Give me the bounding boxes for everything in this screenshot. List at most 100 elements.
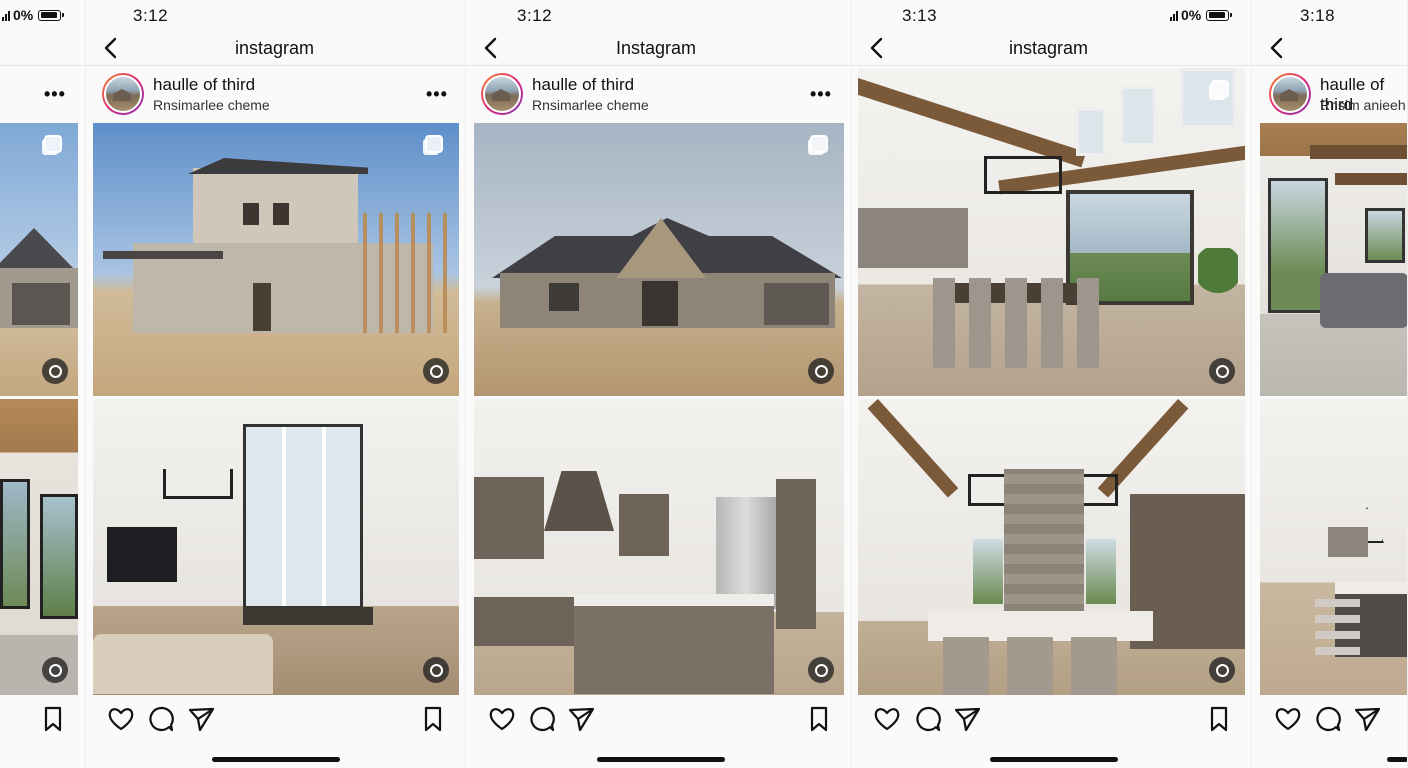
- tag-icon[interactable]: [808, 657, 834, 683]
- plant: [1198, 248, 1238, 318]
- comment-icon[interactable]: [146, 704, 176, 734]
- home-indicator[interactable]: [597, 757, 725, 762]
- chevron-left-icon[interactable]: [480, 36, 502, 60]
- bar-stools: [1315, 595, 1360, 655]
- garage-door: [764, 283, 829, 325]
- comment-icon[interactable]: [913, 704, 943, 734]
- send-icon[interactable]: [186, 704, 216, 734]
- bookmark-icon[interactable]: [804, 704, 834, 734]
- clerestory-window: [1076, 108, 1106, 156]
- app-title: instagram: [1009, 38, 1089, 58]
- stone-fireplace: [1004, 469, 1084, 614]
- stone-backsplash: [1328, 527, 1368, 557]
- heart-icon[interactable]: [872, 704, 902, 734]
- photo-house-exterior[interactable]: [0, 123, 78, 396]
- heart-icon[interactable]: [487, 704, 517, 734]
- roof: [188, 158, 368, 174]
- more-options-icon[interactable]: •••: [810, 84, 832, 105]
- status-indicators: 0%: [1170, 7, 1233, 23]
- post-header: haulle of third Rnsimarlee cheme •••: [86, 68, 466, 122]
- photo-kitchen[interactable]: [474, 399, 844, 695]
- post-image-grid[interactable]: [93, 123, 459, 695]
- app-title: instagram: [235, 38, 315, 58]
- avatar[interactable]: [481, 73, 523, 115]
- home-indicator[interactable]: [212, 757, 340, 762]
- chevron-left-icon[interactable]: [866, 36, 888, 60]
- more-options-icon[interactable]: •••: [44, 84, 66, 105]
- post-image-grid[interactable]: [474, 123, 844, 695]
- username[interactable]: haulle of third: [153, 75, 255, 95]
- chevron-left-icon[interactable]: [1266, 36, 1288, 60]
- post-actions: [1252, 704, 1408, 736]
- range-hood: [544, 471, 614, 531]
- tag-icon[interactable]: [42, 657, 68, 683]
- tag-icon[interactable]: [808, 358, 834, 384]
- carousel-icon: [810, 135, 828, 153]
- post-image-grid[interactable]: [0, 123, 78, 695]
- photo-dining-room[interactable]: [858, 68, 1245, 396]
- photo-great-room[interactable]: [858, 399, 1245, 695]
- location[interactable]: Rnsimarlee cheme: [153, 97, 270, 113]
- avatar[interactable]: [102, 73, 144, 115]
- battery-icon: [1206, 9, 1233, 21]
- comment-icon[interactable]: [527, 704, 557, 734]
- tag-icon[interactable]: [1209, 657, 1235, 683]
- post-image-grid[interactable]: [1260, 123, 1408, 695]
- carousel-icon: [425, 135, 443, 153]
- home-indicator[interactable]: [1387, 757, 1408, 762]
- more-options-icon[interactable]: •••: [426, 84, 448, 105]
- photo-house-construction[interactable]: [93, 123, 459, 396]
- phone-screen-2: 3:12 instagram haulle of third Rnsimarle…: [86, 0, 466, 768]
- status-time: 3:13: [902, 6, 938, 25]
- tag-icon[interactable]: [423, 657, 449, 683]
- photo-living-room[interactable]: [93, 399, 459, 695]
- home-indicator[interactable]: [990, 757, 1118, 762]
- post-actions: [0, 704, 86, 736]
- bookmark-icon[interactable]: [418, 704, 448, 734]
- photo-kitchen[interactable]: [1260, 399, 1408, 695]
- garage-door: [12, 283, 70, 325]
- door: [253, 283, 271, 331]
- window: [1365, 208, 1405, 263]
- tv: [107, 527, 177, 582]
- sliding-door: [1268, 178, 1328, 313]
- app-header: instagram: [86, 32, 466, 66]
- photo-interior-room[interactable]: [0, 399, 78, 695]
- photo-house-front[interactable]: [474, 123, 844, 396]
- framing: [363, 213, 448, 333]
- bookmark-icon[interactable]: [1204, 704, 1234, 734]
- bookmark-icon[interactable]: [38, 704, 68, 734]
- username[interactable]: haulle of third: [532, 75, 634, 95]
- tag-icon[interactable]: [423, 358, 449, 384]
- photo-living-room[interactable]: [1260, 123, 1408, 396]
- comment-icon[interactable]: [1313, 704, 1343, 734]
- status-bar: 3:13 0% 0%: [852, 0, 1252, 32]
- heart-icon[interactable]: [106, 704, 136, 734]
- battery-icon: [38, 9, 65, 21]
- app-header: Instagram: [466, 32, 852, 66]
- send-icon[interactable]: [566, 704, 596, 734]
- phone-screen-3: 3:12 0% Instagram haulle of third Rnsima…: [466, 0, 852, 768]
- location[interactable]: Rnsimarlee cheme: [532, 97, 649, 113]
- status-bar: 3:12 0%: [466, 0, 852, 32]
- send-icon[interactable]: [952, 704, 982, 734]
- phone-screen-1: 0% •••: [0, 0, 86, 768]
- status-time: 3:18: [1300, 6, 1336, 25]
- tag-icon[interactable]: [1209, 358, 1235, 384]
- post-header: haulle of third Rnsim anieeh: [1252, 68, 1408, 122]
- send-icon[interactable]: [1352, 704, 1382, 734]
- lower-cabinets: [474, 591, 574, 646]
- post-image-grid[interactable]: [858, 68, 1245, 695]
- heart-icon[interactable]: [1273, 704, 1303, 734]
- ceiling-beam: [858, 78, 1087, 168]
- tall-cabinet: [776, 479, 816, 629]
- carousel-icon: [1211, 80, 1229, 98]
- phone-screen-5: 3:18 haulle of third Rnsim anieeh: [1252, 0, 1408, 768]
- status-time: 3:12: [133, 6, 169, 25]
- house-roof: [0, 228, 78, 273]
- avatar[interactable]: [1269, 73, 1311, 115]
- chevron-left-icon[interactable]: [100, 36, 122, 60]
- kitchen-island: [574, 594, 774, 694]
- tag-icon[interactable]: [42, 358, 68, 384]
- location[interactable]: Rnsim anieeh: [1320, 97, 1406, 113]
